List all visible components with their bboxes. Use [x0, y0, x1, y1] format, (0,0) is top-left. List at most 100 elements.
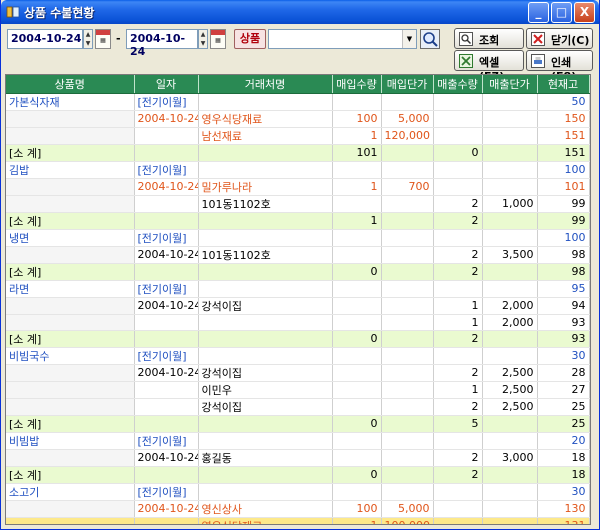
grid-cell[interactable]: 영우식당재료: [198, 517, 333, 524]
product-search-button[interactable]: [420, 29, 440, 49]
grid-cell[interactable]: 1,000: [482, 195, 538, 213]
grid-cell[interactable]: 101동1102호: [198, 246, 333, 264]
grid-cell[interactable]: 93: [537, 330, 590, 348]
grid-cell[interactable]: [381, 263, 434, 281]
grid-cell[interactable]: [482, 144, 538, 162]
col-header-product[interactable]: 상품명: [6, 75, 135, 94]
grid-cell[interactable]: [381, 195, 434, 213]
grid-cell[interactable]: [433, 161, 483, 179]
grid-cell[interactable]: [381, 330, 434, 348]
grid-cell[interactable]: [482, 93, 538, 111]
grid-cell[interactable]: [332, 381, 382, 399]
grid-cell[interactable]: 강석이집: [198, 364, 333, 382]
table-row[interactable]: 영우식당재료1100,000 131: [6, 517, 590, 524]
grid-cell[interactable]: 2004-10-24: [134, 449, 199, 467]
table-row[interactable]: 김밥 [전기이월] 100: [6, 161, 590, 179]
grid-cell[interactable]: [482, 415, 538, 433]
grid-cell[interactable]: 1: [332, 178, 382, 196]
grid-cell[interactable]: 0: [332, 466, 382, 484]
grid-cell[interactable]: 20: [537, 432, 590, 450]
grid-cell[interactable]: 가본식자재: [6, 93, 135, 111]
grid-cell[interactable]: [134, 314, 199, 331]
date-to-spinner[interactable]: ▲ ▼: [198, 29, 208, 49]
grid-cell[interactable]: 99: [537, 212, 590, 230]
grid-cell[interactable]: 99: [537, 195, 590, 213]
grid-cell[interactable]: [332, 195, 382, 213]
grid-cell[interactable]: [소 계]: [6, 466, 135, 484]
grid-cell[interactable]: [소 계]: [6, 330, 135, 348]
grid-cell[interactable]: 150: [537, 110, 590, 128]
table-row[interactable]: 2004-10-24 101동1102호 2 3,500 98: [6, 246, 590, 264]
grid-cell[interactable]: 남선재료: [198, 127, 333, 145]
grid-cell[interactable]: [134, 263, 199, 281]
grid-cell[interactable]: [전기이월]: [134, 432, 199, 450]
grid-cell[interactable]: [433, 517, 483, 524]
grid-cell[interactable]: 2: [433, 449, 483, 467]
grid-cell[interactable]: 이민우: [198, 381, 333, 399]
grid-cell[interactable]: [전기이월]: [134, 280, 199, 298]
grid-cell[interactable]: 김밥: [6, 161, 135, 179]
table-row[interactable]: 가본식자재 [전기이월] 50: [6, 93, 590, 111]
table-row[interactable]: 2004-10-24 홍길동 2 3,000 18: [6, 449, 590, 467]
date-to-input[interactable]: 2004-10-24: [126, 29, 198, 58]
close-button[interactable]: 닫기(C): [526, 28, 593, 49]
grid-cell[interactable]: 2,000: [482, 314, 538, 331]
grid-cell[interactable]: 냉면: [6, 229, 135, 247]
grid-cell[interactable]: [134, 517, 199, 524]
grid-cell[interactable]: [332, 297, 382, 315]
grid-cell[interactable]: [482, 500, 538, 518]
grid-cell[interactable]: 3,000: [482, 449, 538, 467]
grid-cell[interactable]: [381, 415, 434, 433]
grid-cell[interactable]: 비빔국수: [6, 347, 135, 365]
grid-cell[interactable]: [134, 195, 199, 213]
grid-cell[interactable]: [433, 127, 483, 145]
grid-cell[interactable]: [134, 330, 199, 348]
grid-cell[interactable]: [전기이월]: [134, 347, 199, 365]
grid-cell[interactable]: [381, 398, 434, 416]
grid-cell[interactable]: 2: [433, 364, 483, 382]
grid-cell[interactable]: [332, 364, 382, 382]
table-row[interactable]: 소고기 [전기이월] 30: [6, 483, 590, 501]
grid-cell[interactable]: 2,500: [482, 381, 538, 399]
grid-cell[interactable]: [381, 280, 434, 298]
table-row[interactable]: 이민우 1 2,500 27: [6, 381, 590, 399]
grid-cell[interactable]: [482, 466, 538, 484]
grid-cell[interactable]: 2,500: [482, 398, 538, 416]
grid-cell[interactable]: 98: [537, 263, 590, 281]
table-row[interactable]: 비빔밥 [전기이월] 20: [6, 432, 590, 450]
grid-cell[interactable]: [6, 297, 135, 315]
grid-cell[interactable]: [381, 93, 434, 111]
grid-cell[interactable]: [134, 466, 199, 484]
grid-cell[interactable]: [6, 195, 135, 213]
grid-cell[interactable]: 131: [537, 517, 590, 524]
grid-cell[interactable]: 130: [537, 500, 590, 518]
grid-cell[interactable]: [198, 432, 333, 450]
grid-cell[interactable]: [198, 144, 333, 162]
grid-cell[interactable]: [482, 330, 538, 348]
grid-cell[interactable]: 영신상사: [198, 500, 333, 518]
grid-cell[interactable]: 2: [433, 466, 483, 484]
grid-cell[interactable]: [전기이월]: [134, 229, 199, 247]
grid-cell[interactable]: 소고기: [6, 483, 135, 501]
grid-cell[interactable]: [소 계]: [6, 415, 135, 433]
subtotal-row[interactable]: [소 계] 0 5 25: [6, 415, 590, 433]
grid-cell[interactable]: [198, 347, 333, 365]
grid-cell[interactable]: 1: [433, 314, 483, 331]
grid-cell[interactable]: [381, 229, 434, 247]
grid-cell[interactable]: [332, 246, 382, 264]
subtotal-row[interactable]: [소 계] 101 0 151: [6, 144, 590, 162]
grid-cell[interactable]: [433, 93, 483, 111]
grid-cell[interactable]: [433, 432, 483, 450]
subtotal-row[interactable]: [소 계] 0 2 18: [6, 466, 590, 484]
grid-cell[interactable]: 101: [537, 178, 590, 196]
grid-cell[interactable]: [6, 314, 135, 331]
chevron-down-icon[interactable]: ▼: [402, 30, 416, 48]
product-button[interactable]: 상품: [234, 29, 266, 49]
grid-cell[interactable]: [198, 161, 333, 179]
grid-cell[interactable]: 25: [537, 398, 590, 416]
grid-cell[interactable]: [482, 161, 538, 179]
grid-cell[interactable]: [134, 144, 199, 162]
grid-cell[interactable]: [482, 110, 538, 128]
grid-cell[interactable]: 1: [332, 517, 382, 524]
grid-cell[interactable]: 0: [332, 263, 382, 281]
